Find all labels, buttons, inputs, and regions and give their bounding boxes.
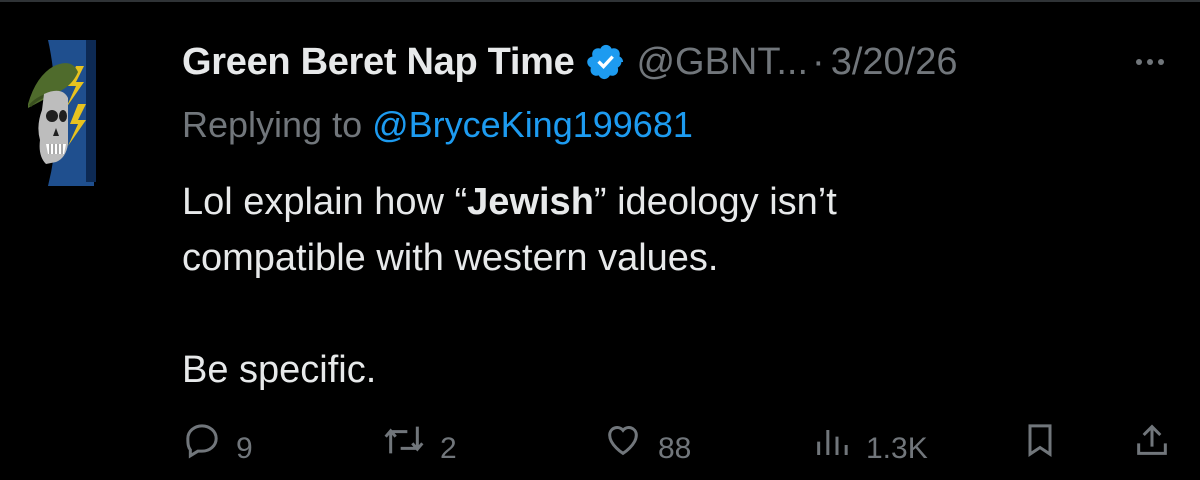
share-button[interactable] — [1132, 420, 1172, 460]
like-icon — [608, 426, 638, 456]
like-button[interactable]: 88 — [602, 420, 691, 466]
views-icon — [817, 430, 848, 455]
more-options-icon[interactable] — [1128, 44, 1172, 80]
author-handle[interactable]: @GBNT... — [636, 41, 808, 84]
verified-badge-icon — [586, 42, 626, 82]
tweet-line-2: compatible with western values. — [182, 237, 719, 279]
avatar-image — [28, 40, 96, 186]
retweet-button[interactable]: 2 — [382, 420, 457, 466]
tweet-line-1: Lol explain how “Jewish” ideology isn’t — [182, 174, 1142, 230]
bookmark-icon — [1028, 424, 1052, 457]
tweet-bold-word: Jewish — [467, 181, 594, 223]
share-icon — [1137, 424, 1167, 455]
like-count: 88 — [658, 432, 692, 465]
views-count: 1.3K — [866, 432, 928, 465]
tweet-line-3: Be specific. — [182, 349, 377, 391]
avatar[interactable] — [28, 36, 100, 186]
reply-button[interactable]: 9 — [182, 420, 253, 466]
replying-to: Replying to @BryceKing199681 — [182, 104, 693, 146]
top-divider — [0, 0, 1200, 2]
tweet-line-1-start: Lol explain how “ — [182, 181, 468, 223]
reply-icon — [186, 424, 218, 459]
separator-dot: · — [812, 40, 825, 83]
tweet-line-1-end: ” ideology isn’t — [593, 181, 837, 223]
retweet-count: 2 — [440, 432, 457, 465]
tweet-text: Lol explain how “Jewish” ideology isn’t … — [182, 174, 1142, 398]
tweet-date[interactable]: 3/20/26 — [831, 41, 958, 84]
tweet-actions: 9 2 88 1.3K — [182, 420, 1172, 480]
replying-prefix: Replying to — [182, 104, 373, 145]
author-name[interactable]: Green Beret Nap Time — [182, 41, 575, 84]
bookmark-button[interactable] — [1020, 420, 1060, 460]
reply-count: 9 — [236, 432, 253, 465]
replying-to-mention[interactable]: @BryceKing199681 — [372, 104, 693, 145]
retweet-icon — [384, 426, 424, 454]
tweet-header: Green Beret Nap Time @GBNT... · 3/20/26 — [182, 36, 958, 88]
views-button[interactable]: 1.3K — [812, 420, 928, 466]
